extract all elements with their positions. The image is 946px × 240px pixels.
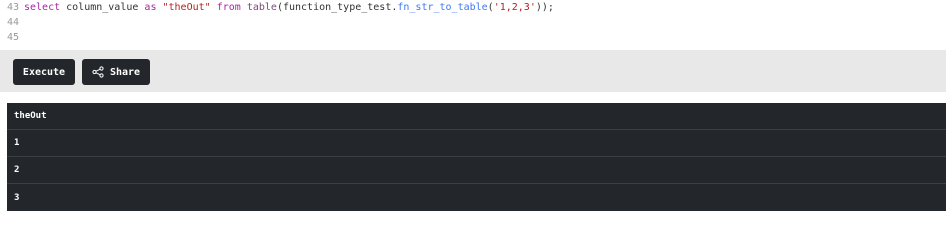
keyword-from: from [216,2,241,13]
keyword-table: table [246,2,277,13]
execute-button-label: Execute [22,66,66,78]
code-line[interactable]: 45 [0,30,946,45]
share-button[interactable]: Share [82,59,150,85]
alias-string: "theOut" [162,2,211,13]
table-header: theOut [7,103,946,130]
results-table: theOut 1 2 3 [7,103,946,211]
code-line[interactable]: 43 select column_value as "theOut" from … [0,0,946,15]
keyword-select: select [24,2,61,13]
code-text[interactable]: select column_value as "theOut" from tab… [24,0,554,15]
keyword-as: as [144,2,157,13]
table-cell: 2 [14,165,20,175]
share-icon [92,66,104,78]
table-row: 2 [7,157,946,184]
column-name: column_value [60,2,145,13]
line-number: 45 [6,32,19,43]
argument-string: '1,2,3' [493,2,536,13]
column-header: theOut [14,111,47,121]
execute-button[interactable]: Execute [13,59,75,85]
table-row: 3 [7,184,946,211]
code-editor[interactable]: 43 select column_value as "theOut" from … [0,0,946,50]
table-row: 1 [7,130,946,157]
share-button-label: Share [109,66,141,78]
table-cell: 1 [14,138,20,148]
line-number: 43 [6,2,19,13]
code-line[interactable]: 44 [0,15,946,30]
line-number: 44 [6,17,19,28]
schema-name: function_type_test. [282,2,398,13]
function-name: fn_str_to_table [397,2,488,13]
closing-parens: )); [535,2,554,13]
table-cell: 3 [14,192,20,203]
toolbar: Execute Share [0,50,946,92]
